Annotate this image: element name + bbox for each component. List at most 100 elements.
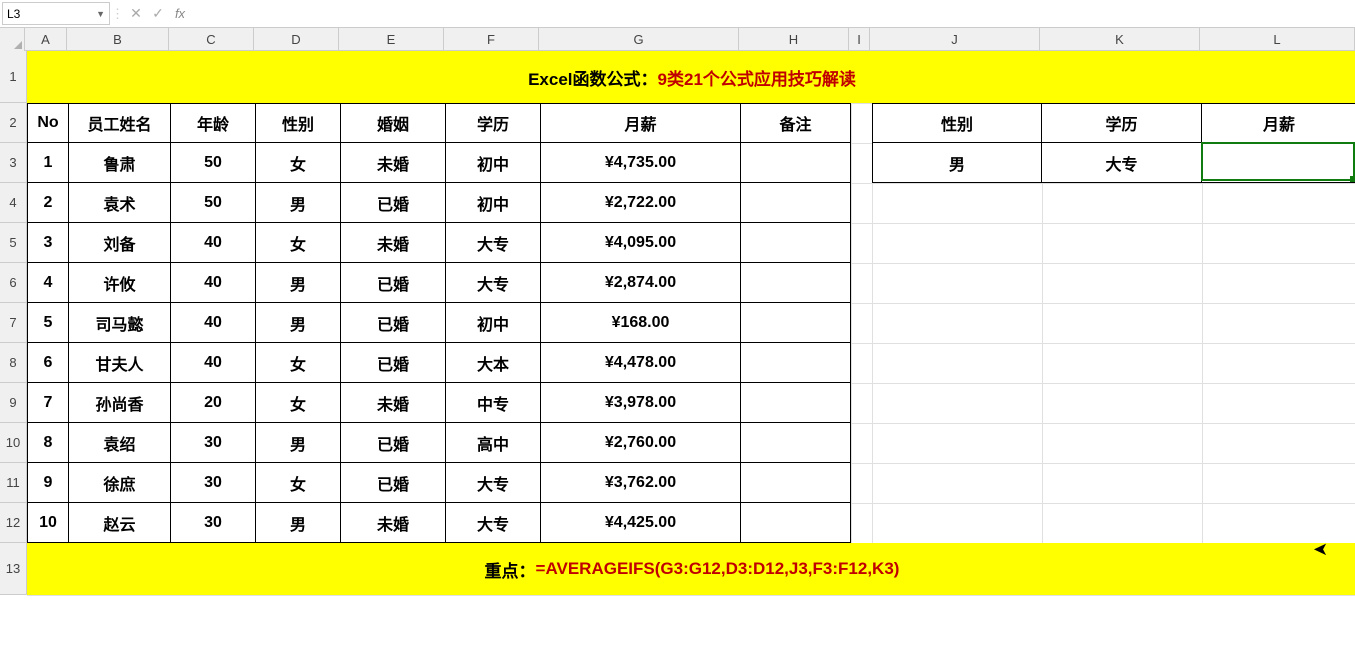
table-cell[interactable]: 7 bbox=[27, 383, 69, 423]
filter-header[interactable]: 性别 bbox=[872, 103, 1042, 143]
table-cell[interactable]: ¥4,478.00 bbox=[541, 343, 741, 383]
table-header[interactable]: 月薪 bbox=[541, 103, 741, 143]
table-cell[interactable]: 40 bbox=[171, 343, 256, 383]
row-header-10[interactable]: 10 bbox=[0, 423, 27, 463]
table-cell[interactable] bbox=[741, 343, 851, 383]
row-header-7[interactable]: 7 bbox=[0, 303, 27, 343]
formula-input[interactable] bbox=[191, 2, 1355, 25]
table-cell[interactable]: 女 bbox=[256, 223, 341, 263]
table-cell[interactable]: 袁绍 bbox=[69, 423, 171, 463]
row-header-6[interactable]: 6 bbox=[0, 263, 27, 303]
table-cell[interactable]: ¥2,760.00 bbox=[541, 423, 741, 463]
table-cell[interactable]: 已婚 bbox=[341, 263, 446, 303]
table-cell[interactable]: 3 bbox=[27, 223, 69, 263]
table-cell[interactable]: 大专 bbox=[446, 263, 541, 303]
table-cell[interactable]: 赵云 bbox=[69, 503, 171, 543]
row-header-9[interactable]: 9 bbox=[0, 383, 27, 423]
table-cell[interactable]: 已婚 bbox=[341, 303, 446, 343]
table-cell[interactable]: ¥2,874.00 bbox=[541, 263, 741, 303]
table-cell[interactable] bbox=[741, 183, 851, 223]
table-cell[interactable]: 5 bbox=[27, 303, 69, 343]
table-cell[interactable]: 大专 bbox=[446, 223, 541, 263]
row-header-3[interactable]: 3 bbox=[0, 143, 27, 183]
table-cell[interactable]: 男 bbox=[256, 503, 341, 543]
col-header-H[interactable]: H bbox=[739, 28, 849, 50]
table-cell[interactable]: 男 bbox=[256, 423, 341, 463]
table-cell[interactable]: 未婚 bbox=[341, 143, 446, 183]
table-cell[interactable] bbox=[741, 383, 851, 423]
name-box[interactable]: L3 ▼ bbox=[2, 2, 110, 25]
table-cell[interactable]: 4 bbox=[27, 263, 69, 303]
table-cell[interactable]: 未婚 bbox=[341, 503, 446, 543]
row-header-13[interactable]: 13 bbox=[0, 543, 27, 595]
bottom-row[interactable]: 重点：=AVERAGEIFS(G3:G12,D3:D12,J3,F3:F12,K… bbox=[27, 543, 1355, 595]
title-row[interactable]: Excel函数公式：9类21个公式应用技巧解读 bbox=[27, 51, 1355, 103]
table-cell[interactable]: 许攸 bbox=[69, 263, 171, 303]
table-cell[interactable] bbox=[741, 503, 851, 543]
table-header[interactable]: 性别 bbox=[256, 103, 341, 143]
table-cell[interactable]: 40 bbox=[171, 303, 256, 343]
table-cell[interactable]: 甘夫人 bbox=[69, 343, 171, 383]
table-cell[interactable]: ¥3,762.00 bbox=[541, 463, 741, 503]
table-cell[interactable]: 50 bbox=[171, 183, 256, 223]
table-header[interactable]: No bbox=[27, 103, 69, 143]
table-cell[interactable]: 女 bbox=[256, 463, 341, 503]
row-header-11[interactable]: 11 bbox=[0, 463, 27, 503]
table-cell[interactable]: ¥4,095.00 bbox=[541, 223, 741, 263]
table-cell[interactable] bbox=[741, 143, 851, 183]
accept-icon[interactable]: ✓ bbox=[147, 5, 169, 22]
table-cell[interactable]: 鲁肃 bbox=[69, 143, 171, 183]
table-cell[interactable]: ¥2,722.00 bbox=[541, 183, 741, 223]
table-cell[interactable]: 徐庶 bbox=[69, 463, 171, 503]
table-cell[interactable]: 40 bbox=[171, 223, 256, 263]
table-cell[interactable]: 1 bbox=[27, 143, 69, 183]
table-cell[interactable]: ¥3,978.00 bbox=[541, 383, 741, 423]
table-cell[interactable] bbox=[741, 223, 851, 263]
table-cell[interactable]: 未婚 bbox=[341, 383, 446, 423]
table-cell[interactable]: 30 bbox=[171, 463, 256, 503]
table-cell[interactable]: 9 bbox=[27, 463, 69, 503]
col-header-A[interactable]: A bbox=[25, 28, 67, 50]
table-cell[interactable]: 大专 bbox=[446, 503, 541, 543]
filter-cell[interactable]: 男 bbox=[872, 143, 1042, 183]
filter-header[interactable]: 月薪 bbox=[1202, 103, 1355, 143]
col-header-K[interactable]: K bbox=[1040, 28, 1200, 50]
table-cell[interactable]: 20 bbox=[171, 383, 256, 423]
table-cell[interactable]: 6 bbox=[27, 343, 69, 383]
table-cell[interactable]: 初中 bbox=[446, 303, 541, 343]
col-header-B[interactable]: B bbox=[67, 28, 169, 50]
table-cell[interactable] bbox=[741, 303, 851, 343]
table-cell[interactable]: 司马懿 bbox=[69, 303, 171, 343]
col-header-F[interactable]: F bbox=[444, 28, 539, 50]
table-header[interactable]: 学历 bbox=[446, 103, 541, 143]
table-cell[interactable]: 2 bbox=[27, 183, 69, 223]
table-cell[interactable]: 高中 bbox=[446, 423, 541, 463]
table-cell[interactable]: 刘备 bbox=[69, 223, 171, 263]
table-cell[interactable]: 男 bbox=[256, 183, 341, 223]
table-cell[interactable]: ¥4,735.00 bbox=[541, 143, 741, 183]
table-cell[interactable]: 孙尚香 bbox=[69, 383, 171, 423]
table-cell[interactable]: 已婚 bbox=[341, 183, 446, 223]
table-cell[interactable]: 已婚 bbox=[341, 343, 446, 383]
table-header[interactable]: 员工姓名 bbox=[69, 103, 171, 143]
table-cell[interactable]: 女 bbox=[256, 143, 341, 183]
row-header-5[interactable]: 5 bbox=[0, 223, 27, 263]
table-cell[interactable]: 初中 bbox=[446, 183, 541, 223]
row-header-4[interactable]: 4 bbox=[0, 183, 27, 223]
table-cell[interactable]: 未婚 bbox=[341, 223, 446, 263]
table-cell[interactable]: 大专 bbox=[446, 463, 541, 503]
table-cell[interactable]: 30 bbox=[171, 423, 256, 463]
table-cell[interactable]: 女 bbox=[256, 343, 341, 383]
cancel-icon[interactable]: ✕ bbox=[125, 5, 147, 22]
table-cell[interactable]: 初中 bbox=[446, 143, 541, 183]
select-all-button[interactable] bbox=[0, 28, 25, 51]
fx-icon[interactable]: fx bbox=[169, 6, 191, 21]
cells-area[interactable]: Excel函数公式：9类21个公式应用技巧解读No12345678910员工姓名… bbox=[27, 51, 1355, 595]
col-header-J[interactable]: J bbox=[870, 28, 1040, 50]
table-cell[interactable]: 中专 bbox=[446, 383, 541, 423]
col-header-I[interactable]: I bbox=[849, 28, 870, 50]
table-cell[interactable]: 30 bbox=[171, 503, 256, 543]
table-header[interactable]: 备注 bbox=[741, 103, 851, 143]
col-header-C[interactable]: C bbox=[169, 28, 254, 50]
table-cell[interactable]: 已婚 bbox=[341, 463, 446, 503]
